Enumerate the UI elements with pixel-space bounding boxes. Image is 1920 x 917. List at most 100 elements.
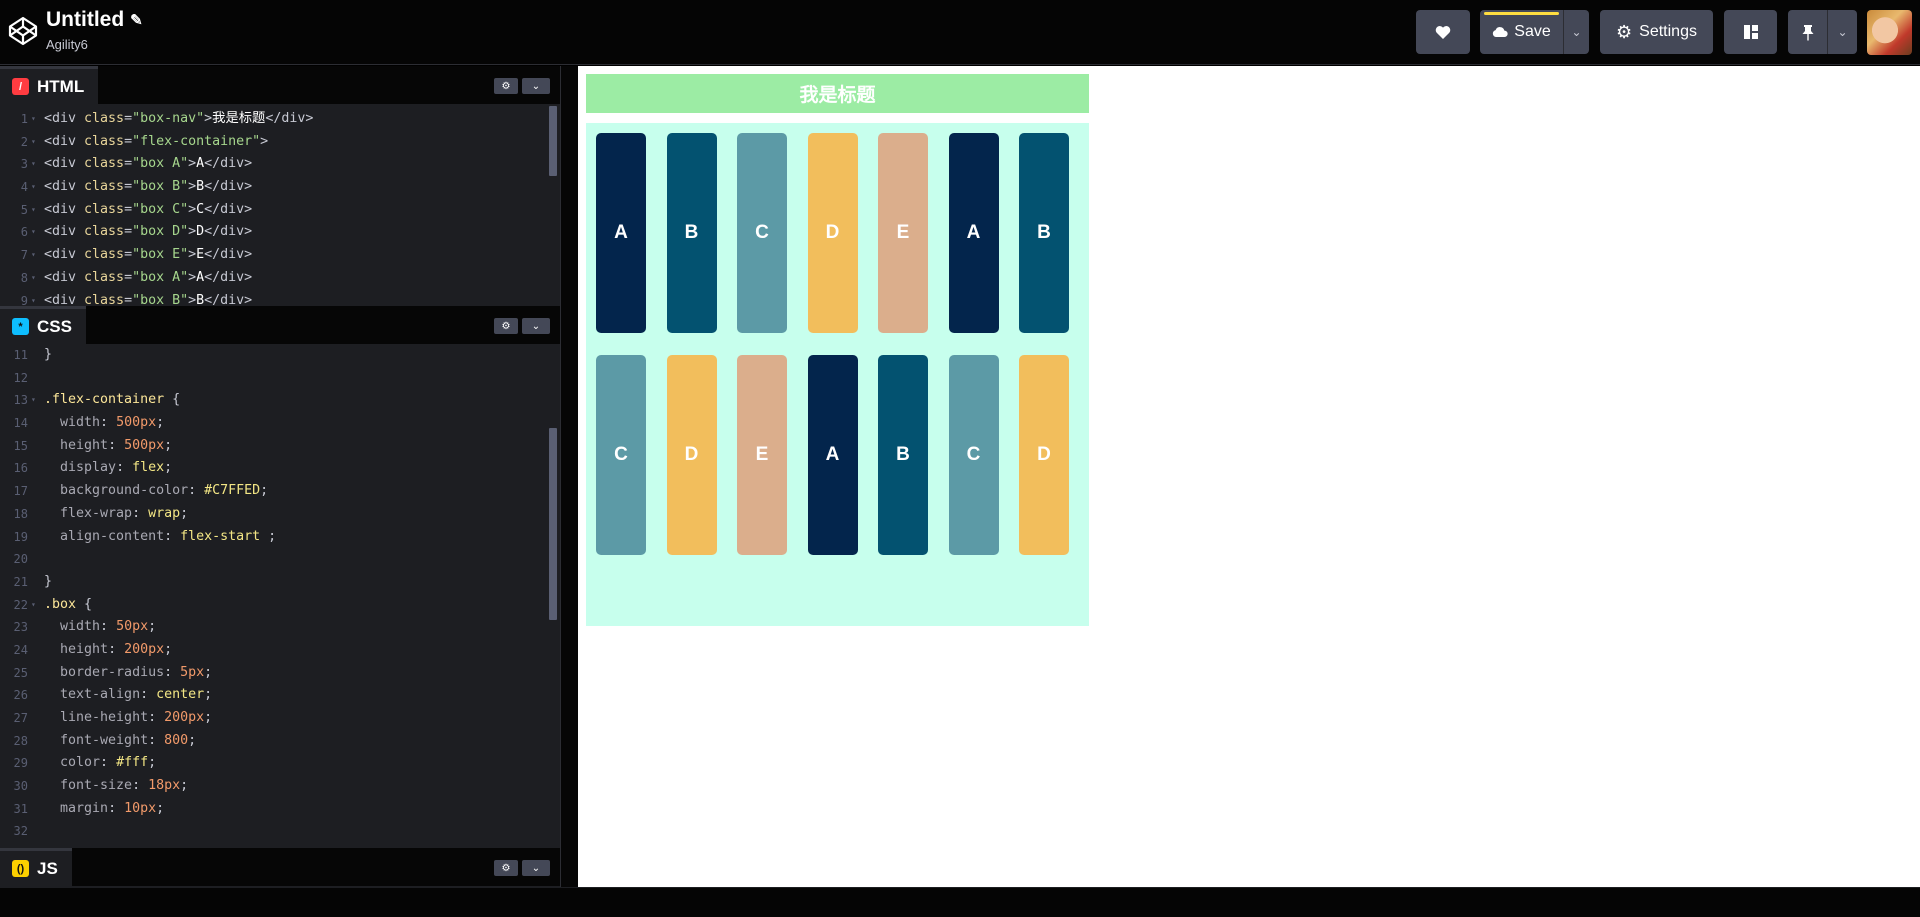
attr-value: "box A": [132, 156, 189, 172]
text-content: B: [196, 292, 205, 307]
line-number: 23: [13, 620, 28, 635]
fold-arrow-icon[interactable]: ▾: [31, 221, 36, 244]
username[interactable]: Agility6: [46, 37, 88, 52]
css-pane-tab[interactable]: * CSS: [0, 306, 86, 344]
flex-box-e: E: [737, 355, 787, 555]
semicolon: ;: [156, 415, 165, 431]
save-button[interactable]: Save: [1480, 10, 1563, 54]
code-line: 25 border-radius: 5px;: [0, 662, 560, 685]
tag-close: >: [188, 156, 197, 172]
semicolon: ;: [156, 800, 165, 816]
attr-value: "box E": [132, 247, 189, 263]
save-label: Save: [1514, 23, 1551, 40]
html-settings-button[interactable]: ⚙: [494, 78, 518, 94]
fold-arrow-icon[interactable]: ▾: [31, 244, 36, 267]
editor-resizer[interactable]: [560, 66, 578, 887]
like-button[interactable]: [1416, 10, 1470, 54]
tag-end: </div>: [204, 224, 253, 240]
code-line: 4 ▾ <div class="box B">B</div>: [0, 176, 560, 199]
colon: :: [116, 460, 133, 476]
css-value: 5px: [180, 664, 205, 680]
tag-open: <div: [44, 133, 85, 149]
brace: {: [76, 596, 93, 612]
fold-arrow-icon[interactable]: ▾: [31, 131, 36, 154]
css-icon: *: [12, 318, 29, 335]
html-editor-scrollbar[interactable]: [549, 106, 557, 176]
css-settings-button[interactable]: ⚙: [494, 318, 518, 334]
user-avatar[interactable]: [1867, 10, 1912, 55]
code-text: color: #fff;: [44, 752, 156, 775]
codepen-logo-icon[interactable]: [7, 15, 39, 47]
js-pane-tab[interactable]: () JS: [0, 848, 72, 886]
tag-close: >: [188, 292, 197, 307]
css-property: flex-wrap: [60, 505, 133, 521]
equals: =: [124, 247, 133, 263]
chevron-down-icon: ⌄: [1571, 25, 1582, 39]
code-text: border-radius: 5px;: [44, 662, 212, 685]
fold-arrow-icon[interactable]: ▾: [31, 267, 36, 290]
tag-close: >: [188, 179, 197, 195]
tag-close: >: [188, 269, 197, 285]
html-code-editor[interactable]: 1 ▾ <div class="box-nav">我是标题</div> 2 ▾ <div …: [0, 106, 560, 306]
fold-arrow-icon[interactable]: ▾: [31, 290, 36, 307]
fold-arrow-icon[interactable]: ▾: [31, 108, 36, 131]
css-property: display: [60, 460, 117, 476]
save-dropdown-button[interactable]: ⌄: [1563, 10, 1589, 54]
js-settings-button[interactable]: ⚙: [494, 860, 518, 876]
line-number: 8: [20, 270, 28, 285]
pencil-icon[interactable]: ✎: [130, 11, 143, 29]
js-pane-tools: ⚙ ⌄: [494, 860, 550, 876]
code-text: margin: 10px;: [44, 798, 164, 821]
fold-arrow-icon[interactable]: ▾: [31, 153, 36, 176]
js-collapse-button[interactable]: ⌄: [522, 860, 550, 876]
code-text: font-weight: 800;: [44, 730, 196, 753]
css-editor-scrollbar[interactable]: [549, 428, 557, 620]
semicolon: ;: [260, 483, 269, 499]
pen-title-text[interactable]: Untitled: [46, 8, 124, 32]
settings-button[interactable]: ⚙ Settings: [1600, 10, 1713, 54]
code-line: 32: [0, 820, 560, 843]
settings-label: Settings: [1639, 23, 1697, 40]
fold-arrow-icon[interactable]: ▾: [31, 594, 36, 617]
line-number: 25: [13, 665, 28, 680]
flex-box-d: D: [1019, 355, 1069, 555]
html-pane-label: HTML: [37, 76, 85, 96]
line-number: 28: [13, 733, 28, 748]
pen-title[interactable]: Untitled ✎: [46, 8, 143, 32]
html-pane-tab[interactable]: / HTML: [0, 66, 99, 104]
line-number: 21: [13, 574, 28, 589]
attr-name: class: [84, 247, 125, 263]
pin-dropdown-button[interactable]: ⌄: [1827, 10, 1857, 54]
editor-column: / HTML ⚙ ⌄ 1 ▾ <div class="box-nav">我是标题</…: [0, 66, 560, 887]
css-code-editor[interactable]: 11} 12 13 ▾ .flex-container {14 width: 500px…: [0, 344, 560, 846]
code-line: 31 margin: 10px;: [0, 798, 560, 821]
equals: =: [124, 179, 133, 195]
line-number: 26: [13, 688, 28, 703]
fold-arrow-icon[interactable]: ▾: [31, 199, 36, 222]
colon: :: [100, 619, 117, 635]
js-pane-label: JS: [37, 858, 58, 878]
flex-container: ABCDEABCDEABCD: [586, 123, 1089, 626]
equals: =: [124, 269, 133, 285]
fold-arrow-icon[interactable]: ▾: [31, 389, 36, 412]
tag-end: </div>: [204, 269, 253, 285]
tag-end: </div>: [204, 247, 253, 263]
css-value: 18px: [148, 778, 181, 794]
css-property: font-size: [60, 778, 133, 794]
css-value: #fff: [116, 755, 149, 771]
pin-button[interactable]: [1788, 10, 1827, 54]
flex-box-c: C: [596, 355, 646, 555]
tag-open: <div: [44, 156, 85, 172]
code-text: <div class="box E">E</div>: [44, 244, 252, 267]
change-view-button[interactable]: [1724, 10, 1777, 54]
css-collapse-button[interactable]: ⌄: [522, 318, 550, 334]
code-text: width: 500px;: [44, 412, 164, 435]
line-number: 3: [20, 157, 28, 172]
code-text: <div class="box B">B</div>: [44, 290, 252, 307]
semicolon: ;: [188, 732, 197, 748]
code-text: <div class="box B">B</div>: [44, 176, 252, 199]
html-collapse-button[interactable]: ⌄: [522, 78, 550, 94]
code-line: 19 align-content: flex-start ;: [0, 526, 560, 549]
fold-arrow-icon[interactable]: ▾: [31, 176, 36, 199]
code-text: .box {: [44, 594, 92, 617]
